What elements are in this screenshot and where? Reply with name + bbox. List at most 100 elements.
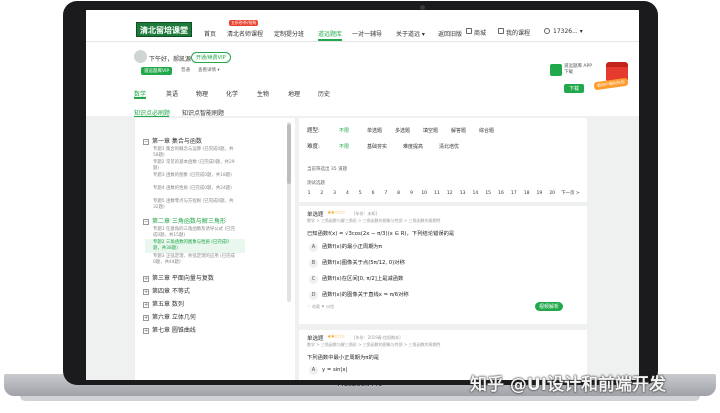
question-path: 数学 > 三角函数与解三角形 > 三角函数的图象与性质 > 三角函数的周期性 <box>307 218 441 223</box>
page-number[interactable]: 7 <box>380 190 392 198</box>
tab-smart-practice[interactable]: 知识点智能刷题 <box>182 108 224 117</box>
app-download-button[interactable]: 下载 <box>564 84 585 93</box>
nav-question-bank[interactable]: 道远题库 <box>318 29 342 38</box>
site-logo[interactable]: 清北留培课堂 <box>136 22 192 37</box>
difficulty-option[interactable]: 不限 <box>339 143 349 150</box>
chapter-title: 第五章 数列 <box>152 301 184 308</box>
nav-teacher-courses[interactable]: 清北名师课程 <box>227 29 263 38</box>
page-number[interactable]: 14 <box>469 190 481 198</box>
nav-tutoring[interactable]: 一对一辅导 <box>352 29 382 38</box>
page-number[interactable]: 8 <box>393 190 405 198</box>
option-a[interactable]: Ay = sin|x| <box>309 366 347 375</box>
chapter-7[interactable]: + 第七章 圆锥曲线 <box>143 325 196 334</box>
type-option[interactable]: 单选题 <box>367 127 382 134</box>
option-c[interactable]: C 函数f(x)在区间[0, π/2]上是减函数 <box>309 274 403 284</box>
expand-icon[interactable]: + <box>143 276 149 282</box>
subject-geography[interactable]: 地理 <box>288 89 300 98</box>
page-number[interactable]: 13 <box>457 190 469 198</box>
question-card-1: 单选题 ★★☆☆☆ [年份：未知] 数学 > 三角函数与解三角形 > 三角函数的… <box>299 206 587 324</box>
chapter-3[interactable]: + 第三章 平面向量与复数 <box>143 273 214 282</box>
subject-chemistry[interactable]: 化学 <box>226 89 238 98</box>
video-solution-button[interactable]: 视频解析 <box>535 302 564 311</box>
user-icon[interactable] <box>544 28 550 34</box>
topic-item[interactable]: 专题2 常见的基本函数 (已完成0题，共29题) <box>153 160 235 171</box>
vip-button[interactable]: 开通/续费VIP <box>191 52 231 63</box>
subject-biology[interactable]: 生物 <box>257 89 269 98</box>
type-option[interactable]: 不限 <box>339 127 349 134</box>
page-number[interactable]: 9 <box>405 190 417 198</box>
expand-icon[interactable]: + <box>143 328 149 334</box>
expand-icon[interactable]: + <box>143 315 149 321</box>
page-number[interactable]: 3 <box>329 190 341 198</box>
type-option[interactable]: 解答题 <box>451 127 466 134</box>
page-number[interactable]: 12 <box>444 190 456 198</box>
page-number[interactable]: 1 <box>303 190 315 198</box>
topic-item[interactable]: 专题1 集合的概念与运算 (已完成0题，共58题) <box>153 147 235 158</box>
topic-item[interactable]: 专题4 函数的性质 (已完成0题，共24题) <box>153 186 235 192</box>
shop-link[interactable]: 商城 <box>474 28 486 37</box>
page-number[interactable]: 16 <box>495 190 507 198</box>
topic-item[interactable]: 专题3 函数的图象 (已完成0题，共18题) <box>153 173 235 179</box>
difficulty-option[interactable]: 难度提高 <box>403 143 423 150</box>
type-option[interactable]: 综合题 <box>479 127 494 134</box>
collapse-icon[interactable]: − <box>143 139 149 145</box>
subject-history[interactable]: 历史 <box>318 89 330 98</box>
nav-about[interactable]: 关于道远 ▾ <box>396 29 425 38</box>
page-number[interactable]: 17 <box>508 190 520 198</box>
topic-item[interactable]: 专题1 任意角的三角函数及诱导公式 (已完成0题，共15题) <box>153 227 235 238</box>
page-number[interactable]: 15 <box>482 190 494 198</box>
subject-active-indicator <box>134 97 146 99</box>
page-number[interactable]: 19 <box>533 190 545 198</box>
question-area: 题型: 不限 单选题 多选题 填空题 解答题 综合题 难度: 不限 基础夯实 难… <box>299 118 587 380</box>
collapse-icon[interactable]: − <box>143 219 149 225</box>
page-number[interactable]: 6 <box>367 190 379 198</box>
topic-item[interactable]: 专题3 正弦定理、余弦定理的应用 (已完成0题，共44题) <box>153 254 235 265</box>
difficulty-option[interactable]: 清北培优 <box>439 143 459 150</box>
chapter-title: 第六章 立体几何 <box>152 314 196 321</box>
expand-icon[interactable]: + <box>143 302 149 308</box>
nav-home[interactable]: 首页 <box>204 29 216 38</box>
page-number[interactable]: 2 <box>316 190 328 198</box>
user-menu[interactable]: 17326... ▾ <box>553 28 583 35</box>
course-icon[interactable] <box>498 28 504 34</box>
avatar[interactable] <box>134 50 147 63</box>
subject-english[interactable]: 英语 <box>166 89 178 98</box>
nav-custom-class[interactable]: 定制提分班 <box>274 29 304 38</box>
topic-item[interactable]: 专题5 函数零点与方程根 (已完成0题，共32题) <box>153 199 235 210</box>
page-number[interactable]: 20 <box>546 190 558 198</box>
page-number[interactable]: 18 <box>521 190 533 198</box>
option-letter: D <box>309 291 318 300</box>
topic-item-selected[interactable]: 专题2 三角函数的图象与性质 (已完成0题，共38题) <box>153 240 235 251</box>
type-option[interactable]: 填空题 <box>423 127 438 134</box>
chapter-2[interactable]: − 第二章 三角函数与解三角形 <box>143 216 226 225</box>
option-b[interactable]: B 函数f(x)图像关于点(5π/12, 0)对称 <box>309 258 405 268</box>
option-d[interactable]: D 函数f(x)的图像关于直线x = π/6对称 <box>309 290 409 300</box>
type-label: 题型: <box>307 128 320 134</box>
my-courses-link[interactable]: 我的课程 <box>506 28 530 37</box>
nav-old-version[interactable]: 返回旧版 <box>438 29 462 38</box>
question-actions[interactable]: ♡ 收藏 ⚑ 纠错 <box>307 304 334 310</box>
question-path: 数学 > 三角函数与解三角形 > 三角函数的图象与性质 > 三角函数的周期性 <box>307 342 441 347</box>
type-option[interactable]: 多选题 <box>395 127 410 134</box>
chapter-4[interactable]: + 第四章 不等式 <box>143 286 190 295</box>
chapter-1[interactable]: − 第一章 集合与函数 <box>143 136 202 145</box>
top-navbar: 清北留培课堂 五折秒杀/抢购 首页 清北名师课程 定制提分班 道远题库 一对一辅… <box>86 10 639 42</box>
page-number[interactable]: 5 <box>354 190 366 198</box>
chapter-5[interactable]: + 第五章 数列 <box>143 299 184 308</box>
shop-icon[interactable] <box>466 28 472 34</box>
chapter-6[interactable]: + 第六章 立体几何 <box>143 312 196 321</box>
page-number[interactable]: 4 <box>341 190 353 198</box>
difficulty-stars: ★★☆☆☆ <box>327 210 345 216</box>
scrollbar-thumb[interactable] <box>287 124 291 184</box>
option-a[interactable]: A 函数f(x)的最小正周期为π <box>309 242 382 252</box>
difficulty-option[interactable]: 基础夯实 <box>367 143 387 150</box>
option-letter: B <box>309 259 318 268</box>
details-link[interactable]: 查看详情 ▾ <box>198 67 220 73</box>
page-number[interactable]: 10 <box>418 190 430 198</box>
expand-icon[interactable]: + <box>143 289 149 295</box>
page-number[interactable]: 11 <box>431 190 443 198</box>
browser-screen: 清北留培课堂 五折秒杀/抢购 首页 清北名师课程 定制提分班 道远题库 一对一辅… <box>86 10 639 380</box>
subject-physics[interactable]: 物理 <box>196 89 208 98</box>
gift-widget[interactable]: 新用户福利礼包 <box>593 60 634 98</box>
next-page-button[interactable]: 下一页 > <box>561 190 580 196</box>
